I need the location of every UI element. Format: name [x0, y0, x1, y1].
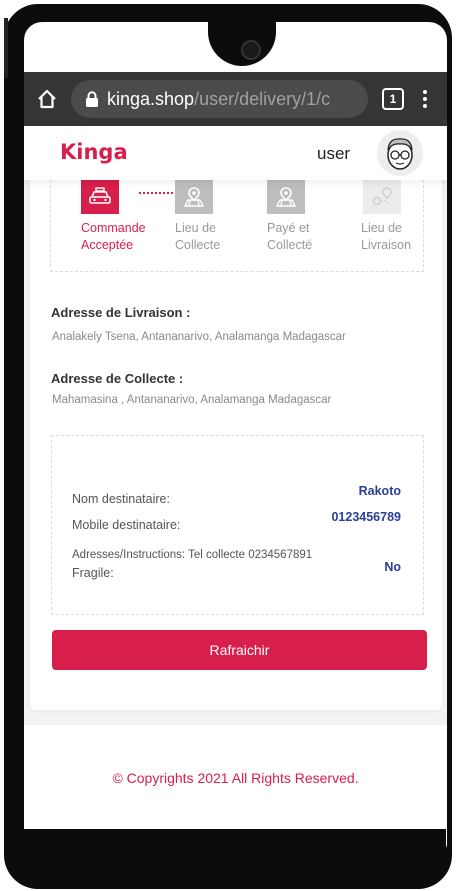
copyright-text: © Copyrights 2021 All Rights Reserved.: [112, 770, 359, 786]
pickup-address-value: Mahamasina , Antananarivo, Analamanga Ma…: [52, 394, 332, 406]
delivery-address-value: Analakely Tsena, Antananarivo, Analamang…: [52, 331, 346, 343]
recipient-details: Nom destinataire: Rakoto Mobile destinat…: [51, 435, 424, 615]
step-label-commande: Commande Acceptée: [81, 221, 146, 252]
url-field[interactable]: kinga.shop/user/delivery/1/c: [71, 80, 368, 118]
instructions-label: Adresses/Instructions: Tel collecte 0234…: [72, 549, 313, 561]
phone-chin: [10, 829, 446, 889]
map-pin-icon: [175, 180, 213, 214]
taxi-icon: [81, 180, 119, 214]
fragile-value: No: [384, 560, 401, 574]
recipient-mobile-label: Mobile destinataire:: [72, 518, 181, 532]
phone-screen: kinga.shop/user/delivery/1/c 1 Kinga use…: [24, 22, 447, 860]
kinga-logo[interactable]: Kinga: [60, 140, 128, 164]
avatar[interactable]: [377, 130, 423, 176]
step-label-lieu-livraison: Lieu de Livraison: [361, 221, 412, 252]
recipient-mobile-value: 0123456789: [331, 510, 401, 524]
lock-icon: [86, 91, 98, 107]
url-host: kinga.shop: [107, 88, 195, 109]
app-header: Kinga user: [24, 126, 447, 180]
tab-switcher-button[interactable]: 1: [382, 88, 404, 110]
step-label-lieu-collecte: Lieu de Collecte: [175, 221, 221, 252]
url-path: /user/delivery/1/c: [194, 88, 331, 109]
browser-toolbar: kinga.shop/user/delivery/1/c 1: [24, 72, 447, 126]
home-icon[interactable]: [35, 87, 59, 111]
recipient-name-value: Rakoto: [358, 484, 401, 498]
fragile-label: Fragile:: [72, 566, 114, 580]
recipient-name-label: Nom destinataire:: [72, 492, 170, 506]
step-label-paye-collecte: Payé et Collecté: [267, 221, 313, 252]
camera-icon: [241, 40, 261, 60]
delivery-address-title: Adresse de Livraison :: [51, 305, 191, 320]
map-pin-icon: [267, 180, 305, 214]
delivery-progress: Commande Acceptée Lieu de Collecte Payé et…: [50, 180, 424, 272]
pickup-address-title: Adresse de Collecte :: [51, 371, 184, 386]
phone-frame: kinga.shop/user/delivery/1/c 1 Kinga use…: [4, 4, 452, 889]
delivery-card: Commande Acceptée Lieu de Collecte Payé et…: [30, 180, 442, 710]
overflow-menu-icon[interactable]: [422, 90, 428, 108]
route-icon: [363, 180, 401, 214]
phone-side-button: [4, 18, 8, 78]
user-name[interactable]: user: [317, 144, 350, 164]
main-content: Commande Acceptée Lieu de Collecte Payé et…: [24, 180, 447, 860]
refresh-button[interactable]: Rafraichir: [52, 630, 427, 670]
